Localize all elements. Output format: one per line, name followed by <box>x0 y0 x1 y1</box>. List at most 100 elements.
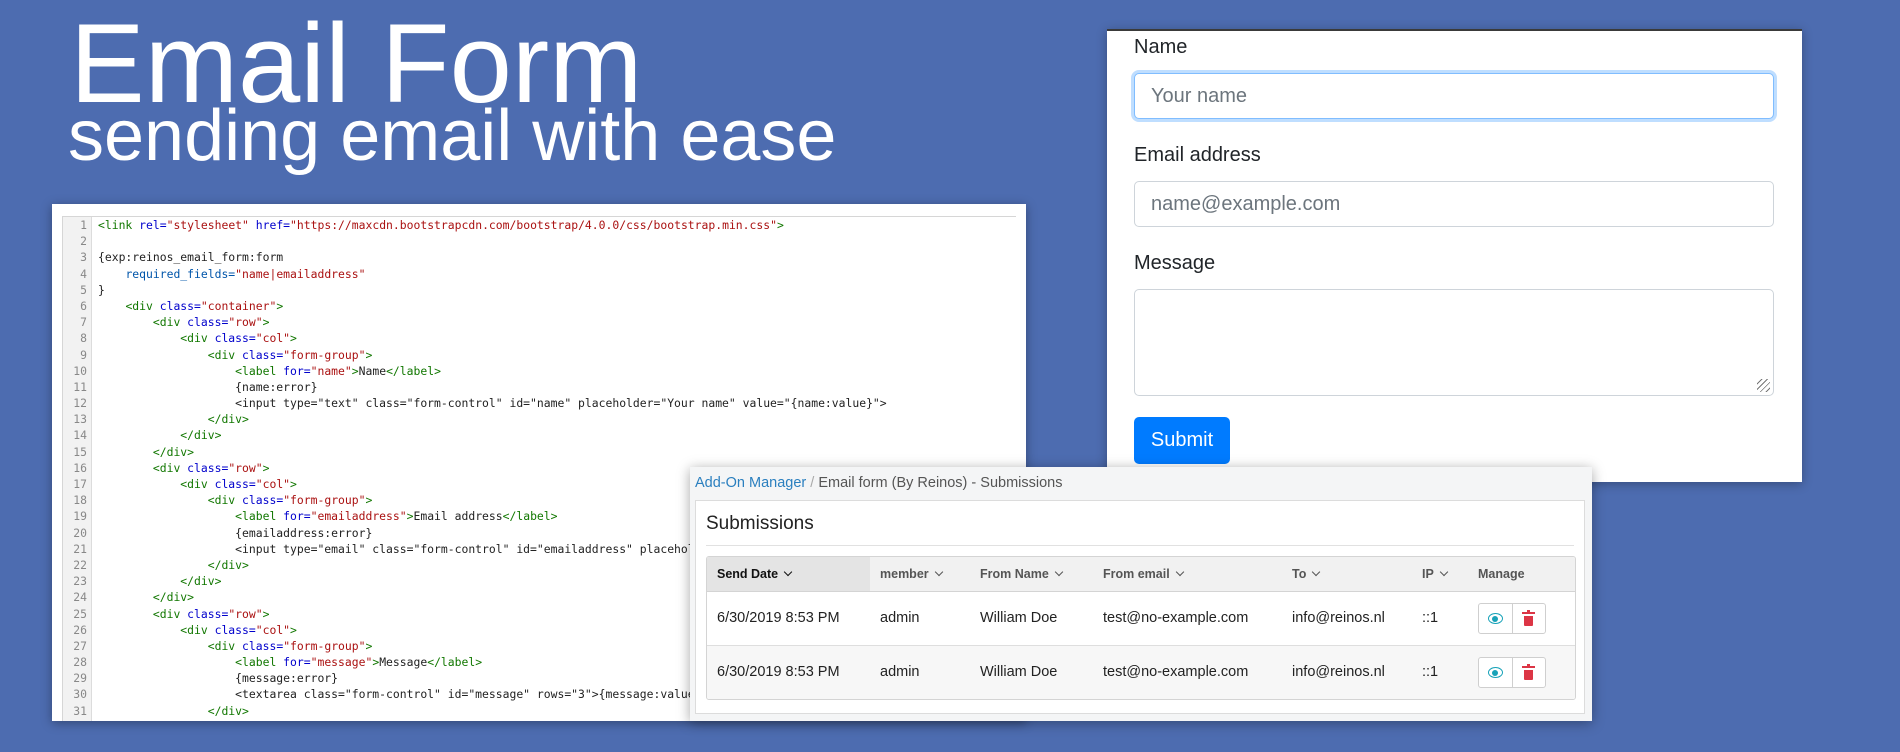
code-token: for= <box>283 509 311 524</box>
code-token: > <box>776 218 784 232</box>
name-label: Name <box>1134 36 1188 58</box>
code-token: > <box>262 606 270 621</box>
code-line: 1 <link rel="stylesheet" href="https://ma… <box>63 217 1016 233</box>
line-number: 22 <box>73 557 87 572</box>
chevron-down-icon <box>1439 567 1449 577</box>
code-token: > <box>262 460 270 475</box>
code-token: "stylesheet" <box>166 218 249 232</box>
code-token: "row" <box>228 606 263 621</box>
chevron-down-icon <box>1312 567 1321 577</box>
line-number: 13 <box>73 412 87 427</box>
code-token: class= <box>187 606 229 621</box>
code-line: 7 <div class="row"> <box>63 314 1016 330</box>
code-text: <div class="form-group"> <box>98 492 373 508</box>
code-token: <div <box>180 477 215 491</box>
code-token: <div <box>207 347 243 362</box>
line-number: 24 <box>73 590 87 605</box>
line-number: 1 <box>80 218 87 232</box>
line-number: 20 <box>73 525 87 540</box>
chevron-down-icon <box>1054 567 1064 577</box>
code-line: 15 </div> <box>63 444 1016 460</box>
submit-button[interactable]: Submit <box>1134 417 1230 464</box>
view-button[interactable] <box>1479 658 1512 687</box>
submissions-table: Send Date member From Name From email To… <box>706 556 1576 700</box>
code-token: <label <box>235 509 284 524</box>
code-text: <div class="col"> <box>98 476 297 492</box>
line-number: 12 <box>73 396 87 411</box>
column-header-from-email[interactable]: From email <box>1103 557 1184 591</box>
code-token: > <box>262 315 270 330</box>
form-preview: Name Email address Message Submit <box>1107 29 1802 482</box>
code-token: <input type="text" class="form-control" … <box>98 396 887 411</box>
view-button[interactable] <box>1479 604 1512 633</box>
code-text: <div class="col"> <box>98 622 297 638</box>
code-token: </label> <box>386 363 441 378</box>
code-token: Message <box>379 655 428 670</box>
code-text: </div> <box>98 444 194 460</box>
column-header-manage: Manage <box>1478 567 1525 581</box>
column-header-send-date[interactable]: Send Date <box>717 557 793 591</box>
code-token: "form-group" <box>283 493 366 508</box>
code-token: "message" <box>310 655 373 670</box>
code-token: class= <box>214 622 256 637</box>
code-token: class= <box>159 298 201 313</box>
code-token: </div> <box>152 590 195 605</box>
code-text: <div class="row"> <box>98 460 270 476</box>
line-number: 14 <box>73 428 87 443</box>
chevron-down-icon <box>934 567 943 577</box>
column-header-member[interactable]: member <box>880 557 943 591</box>
code-text: </div> <box>98 427 221 443</box>
cell-member: admin <box>880 610 920 626</box>
code-token: <div <box>152 606 188 621</box>
code-token: > <box>365 638 373 653</box>
line-number: 11 <box>73 379 87 394</box>
column-header-label: From Name <box>980 567 1049 581</box>
line-number: 19 <box>73 509 87 524</box>
trash-icon <box>1522 609 1536 626</box>
code-text: <input type="email" class="form-control"… <box>98 541 729 557</box>
column-header-label: member <box>880 567 929 581</box>
name-input[interactable] <box>1134 73 1774 119</box>
breadcrumb-separator: / <box>810 475 815 491</box>
delete-button[interactable] <box>1511 604 1546 633</box>
delete-button[interactable] <box>1511 658 1546 687</box>
code-token: class= <box>242 493 284 508</box>
breadcrumb-addon-manager-link[interactable]: Add-On Manager <box>695 475 806 491</box>
line-number: 9 <box>80 347 87 362</box>
divider <box>706 545 1574 546</box>
code-token: "row" <box>228 460 263 475</box>
message-textarea[interactable] <box>1134 289 1774 396</box>
table-header: Send Date member From Name From email To… <box>707 557 1575 592</box>
code-token: </div> <box>207 703 249 718</box>
code-line: 12 <input type="text" class="form-contro… <box>63 395 1016 411</box>
cell-send-date: 6/30/2019 8:53 PM <box>717 610 840 626</box>
code-text: {exp:reinos_email_form:form <box>98 249 283 265</box>
column-header-ip[interactable]: IP <box>1422 557 1449 591</box>
code-token: "container" <box>200 298 277 313</box>
code-token: "col" <box>255 331 291 346</box>
line-number: 28 <box>73 655 87 670</box>
column-header-to[interactable]: To <box>1292 557 1321 591</box>
line-number: 31 <box>73 703 87 718</box>
column-header-from-name[interactable]: From Name <box>980 557 1064 591</box>
code-token: class= <box>187 315 229 330</box>
code-text: <link rel="stylesheet" href="https://max… <box>98 217 784 233</box>
email-label: Email address <box>1134 144 1261 166</box>
code-token: > <box>290 477 297 491</box>
resize-grip-icon[interactable] <box>1757 379 1770 392</box>
breadcrumb-current: Email form (By Reinos) - Submissions <box>818 475 1063 491</box>
code-token: <div <box>180 331 215 346</box>
column-header-label: To <box>1292 567 1307 581</box>
code-token: class= <box>187 460 229 475</box>
email-input[interactable] <box>1134 181 1774 227</box>
code-token: "name" <box>310 363 352 378</box>
code-token: class= <box>214 331 256 346</box>
code-text: } <box>98 282 105 298</box>
code-token: </div> <box>207 557 249 572</box>
